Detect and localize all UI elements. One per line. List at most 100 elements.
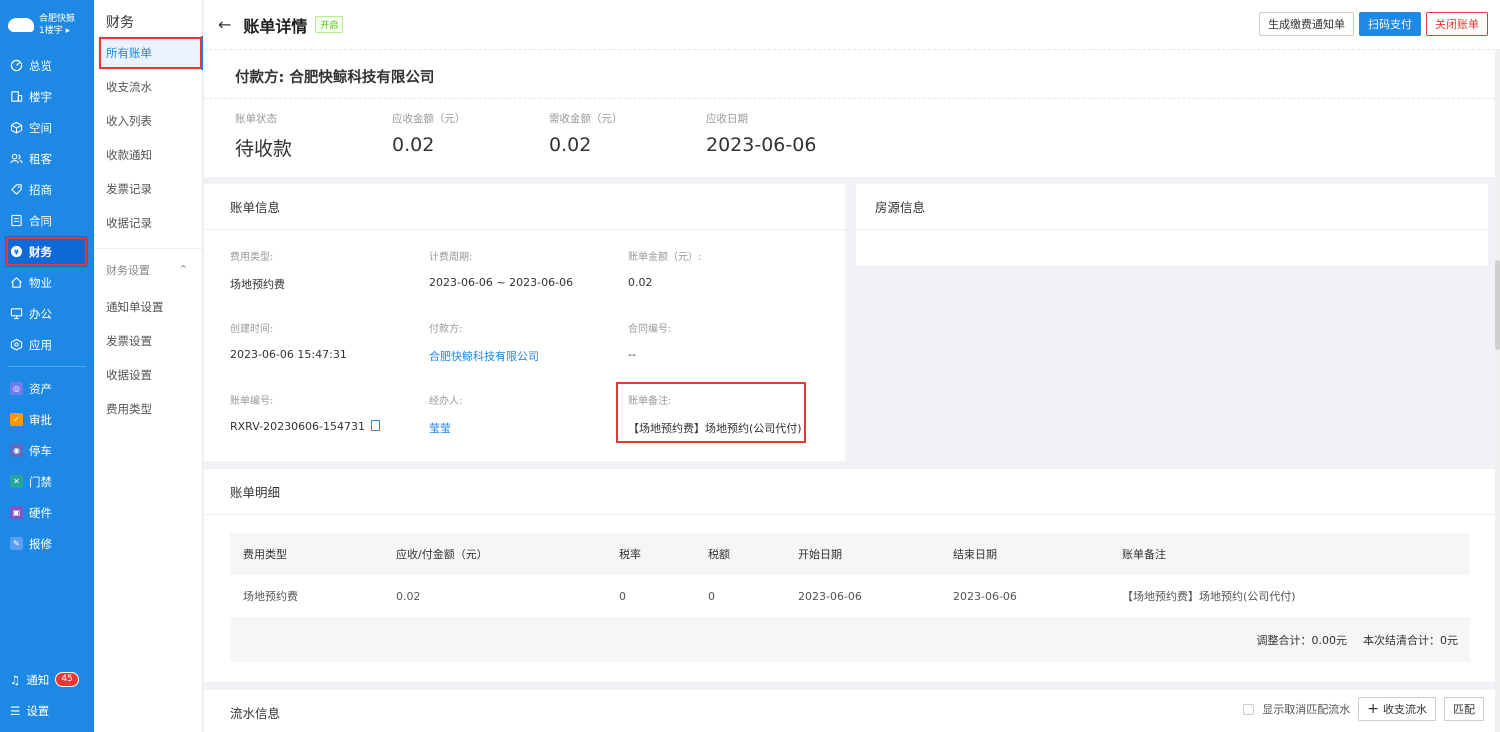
col-fee-type: 费用类型: [230, 533, 383, 575]
scrollbar-thumb[interactable]: [1495, 260, 1500, 350]
main-sidebar: 合肥快鲸 1楼宇 ▸ 总览 楼宇 空间 租客 招商 合同 ¥ 财务 物业 办公 应…: [0, 0, 94, 732]
svg-text:¥: ¥: [14, 247, 20, 256]
cell-fee-type: 场地预约费: [230, 575, 383, 619]
col-remark: 账单备注: [1109, 533, 1470, 575]
settings-item[interactable]: ☰ 设置: [0, 695, 94, 726]
copy-icon[interactable]: [371, 420, 381, 431]
generate-notice-button[interactable]: 生成缴费通知单: [1259, 12, 1354, 36]
field-fee-type: 费用类型: 场地预约费: [230, 252, 285, 291]
summary-status: 账单状态 待收款: [235, 113, 293, 160]
nav-item-overview[interactable]: 总览: [0, 50, 94, 81]
nav-label: 报修: [29, 536, 52, 551]
subnav-item-all-bills[interactable]: 所有账单: [98, 36, 203, 70]
subnav-item-notice-settings[interactable]: 通知单设置: [94, 290, 202, 324]
menu-icon: ☰: [10, 703, 21, 718]
brand-name: 合肥快鲸: [39, 14, 76, 24]
back-arrow-icon[interactable]: ←: [218, 15, 231, 34]
flow-info-card: 流水信息 显示取消匹配流水 + 收支流水 匹配: [204, 690, 1496, 732]
nav-app-approval[interactable]: ✓ 审批: [0, 404, 94, 435]
nav-app-hardware[interactable]: ▣ 硬件: [0, 497, 94, 528]
nav-label: 停车: [29, 443, 52, 458]
plus-icon: +: [1367, 701, 1379, 717]
notifications-label: 通知: [26, 672, 50, 687]
access-control-icon: ✕: [10, 475, 23, 488]
scan-pay-button[interactable]: 扫码支付: [1359, 12, 1421, 36]
bill-info-card: 账单信息 费用类型: 场地预约费 计费周期: 2023-06-06 ~ 2023-0…: [204, 184, 845, 461]
brand-switcher[interactable]: 合肥快鲸 1楼宇 ▸: [0, 0, 94, 50]
cell-start-date: 2023-06-06: [785, 575, 940, 619]
page-scrollbar[interactable]: [1495, 50, 1500, 732]
nav-item-contract[interactable]: 合同: [0, 205, 94, 236]
adjust-total: 调整合计：0.00元: [1256, 634, 1348, 647]
add-transaction-button[interactable]: + 收支流水: [1358, 697, 1436, 721]
nav-item-invest[interactable]: 招商: [0, 174, 94, 205]
nav-label: 合同: [29, 213, 52, 228]
nav-label: 空间: [29, 120, 52, 135]
cell-tax-rate: 0: [606, 575, 695, 619]
col-tax-amount: 税额: [695, 533, 785, 575]
nav-item-finance[interactable]: ¥ 财务: [5, 236, 88, 267]
main-content: ← 账单详情 开启 生成缴费通知单 扫码支付 关闭账单 付款方: 合肥快鲸科技有…: [204, 0, 1500, 732]
group-label: 财务设置: [106, 263, 150, 277]
close-bill-button[interactable]: 关闭账单: [1426, 12, 1488, 36]
nav-item-building[interactable]: 楼宇: [0, 81, 94, 112]
subnav-title: 财务: [106, 15, 134, 31]
approval-icon: ✓: [10, 413, 23, 426]
building-selector[interactable]: 1楼宇 ▸: [39, 25, 75, 37]
app-icon: [10, 338, 23, 351]
nav-item-property[interactable]: 物业: [0, 267, 94, 298]
handler-link[interactable]: 莹莹: [429, 420, 628, 464]
subnav-item-invoice-settings[interactable]: 发票设置: [94, 324, 202, 358]
subnav-item-income-list[interactable]: 收入列表: [94, 104, 202, 138]
col-end-date: 结束日期: [940, 533, 1109, 575]
subnav-item-fee-types[interactable]: 费用类型: [94, 392, 202, 426]
field-billing-period: 计费周期: 2023-06-06 ~ 2023-06-06: [429, 252, 574, 289]
summary-date: 应收日期 2023-06-06: [706, 113, 817, 156]
nav-label: 财务: [29, 244, 52, 259]
col-amount: 应收/付金额（元）: [383, 533, 606, 575]
nav-item-apps[interactable]: 应用: [0, 329, 94, 360]
main-nav: 总览 楼宇 空间 租客 招商 合同 ¥ 财务 物业 办公 应用: [0, 50, 94, 360]
subnav-group-finance-settings[interactable]: 财务设置 ⌃: [94, 248, 202, 290]
settle-total: 本次结清合计：0元: [1363, 634, 1458, 647]
bill-summary: 账单状态 待收款 应收金额（元） 0.02 需收金额（元） 0.02 应收日期 2023…: [204, 99, 1500, 177]
settings-label: 设置: [26, 703, 50, 718]
nav-item-office[interactable]: 办公: [0, 298, 94, 329]
bill-detail-card: 账单明细 费用类型 应收/付金额（元） 税率 税额 开始日期 结束日期 账单备注…: [204, 469, 1496, 682]
payer-link[interactable]: 合肥快鲸科技有限公司: [429, 348, 628, 392]
subnav-item-receipt-settings[interactable]: 收据设置: [94, 358, 202, 392]
nav-app-parking[interactable]: ◉ 停车: [0, 435, 94, 466]
summary-due: 需收金额（元） 0.02: [549, 113, 623, 156]
nav-item-tenant[interactable]: 租客: [0, 143, 94, 174]
repair-icon: ✎: [10, 537, 23, 550]
nav-item-space[interactable]: 空间: [0, 112, 94, 143]
nav-label: 办公: [29, 306, 52, 321]
field-contract-no: 合同编号: --: [628, 324, 672, 361]
nav-label: 租客: [29, 151, 52, 166]
nav-app-access[interactable]: ✕ 门禁: [0, 466, 94, 497]
whale-logo-icon: [8, 18, 34, 32]
room-info-title: 房源信息: [856, 184, 1488, 230]
nav-label: 招商: [29, 182, 52, 197]
nav-label: 审批: [29, 412, 52, 427]
room-info-card: 房源信息: [856, 184, 1488, 266]
subnav-item-payment-notice[interactable]: 收款通知: [94, 138, 202, 172]
field-bill-amount: 账单金额（元）: 0.02: [628, 252, 702, 289]
nav-label: 应用: [29, 337, 52, 352]
nav-app-assets[interactable]: ◎ 资产: [0, 373, 94, 404]
subnav-item-receipt-records[interactable]: 收据记录: [94, 206, 202, 240]
show-cancelled-checkbox[interactable]: [1243, 703, 1255, 715]
field-bill-remark: 账单备注: 【场地预约费】场地预约(公司代付): [616, 382, 806, 443]
page-header: ← 账单详情 开启 生成缴费通知单 扫码支付 关闭账单: [204, 0, 1500, 50]
nav-label: 总览: [29, 58, 52, 73]
cell-amount: 0.02: [383, 575, 606, 619]
nav-app-repair[interactable]: ✎ 报修: [0, 528, 94, 559]
chevron-up-icon: ⌃: [178, 263, 188, 276]
subnav-item-invoice-records[interactable]: 发票记录: [94, 172, 202, 206]
app-nav: ◎ 资产 ✓ 审批 ◉ 停车 ✕ 门禁 ▣ 硬件 ✎ 报修: [0, 373, 94, 559]
subnav-item-transactions[interactable]: 收支流水: [94, 70, 202, 104]
match-button[interactable]: 匹配: [1444, 697, 1484, 721]
detail-totals: 调整合计：0.00元 本次结清合计：0元: [230, 618, 1470, 662]
notifications-item[interactable]: ♫ 通知 45: [0, 664, 94, 695]
page-title: 账单详情: [243, 16, 308, 36]
